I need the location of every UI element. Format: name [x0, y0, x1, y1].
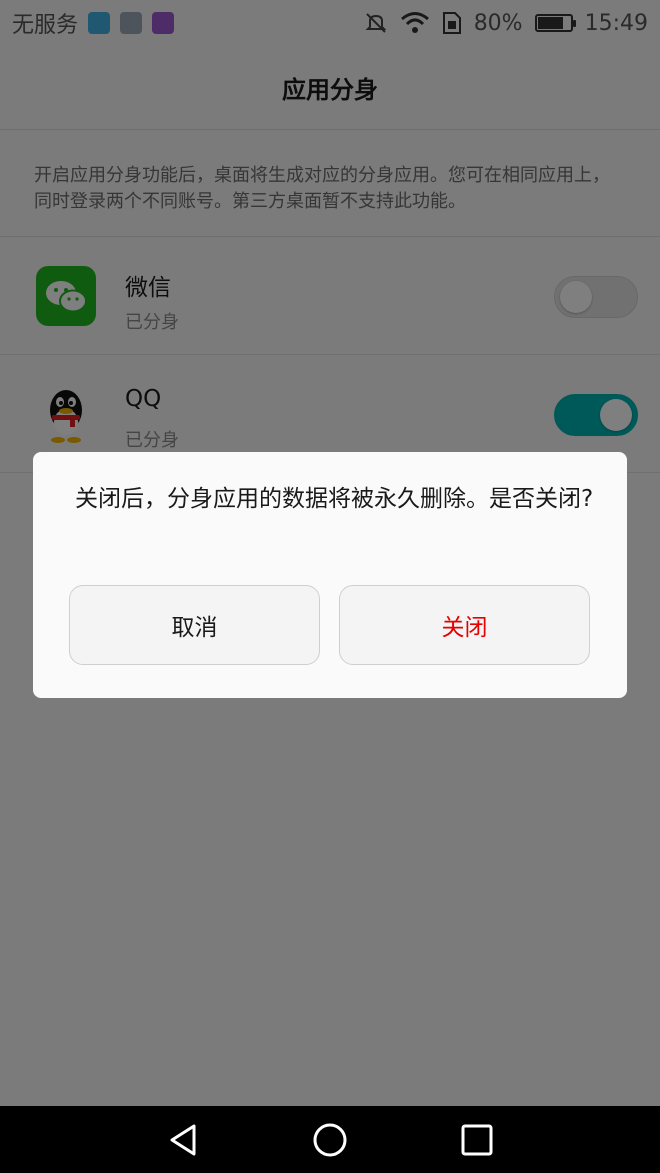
confirm-close-dialog: 关闭后，分身应用的数据将被永久删除。是否关闭? 取消 关闭 [33, 452, 627, 698]
cancel-button[interactable]: 取消 [69, 585, 320, 665]
dialog-message: 关闭后，分身应用的数据将被永久删除。是否关闭? [75, 486, 594, 512]
navigation-bar [0, 1106, 660, 1173]
recents-icon[interactable] [459, 1122, 495, 1158]
home-icon[interactable] [312, 1122, 348, 1158]
confirm-close-button[interactable]: 关闭 [339, 585, 590, 665]
back-icon[interactable] [166, 1122, 202, 1158]
